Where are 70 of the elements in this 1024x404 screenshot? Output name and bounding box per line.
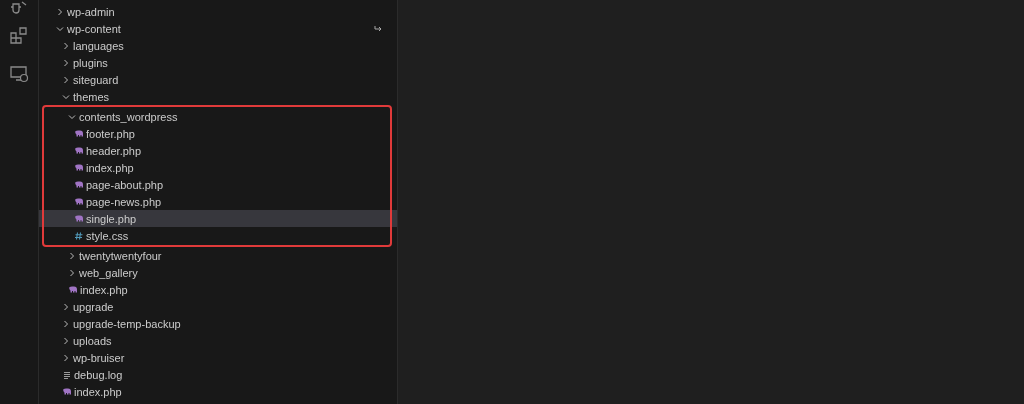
- tree-item-label: wp-content: [67, 21, 121, 36]
- tree-item-label: languages: [73, 38, 124, 53]
- tree-item-label: plugins: [73, 55, 108, 70]
- tree-item-label: uploads: [73, 333, 112, 348]
- tree-item-label: footer.php: [86, 126, 135, 141]
- chevron-right-icon[interactable]: [61, 335, 71, 346]
- monitor-icon[interactable]: [9, 64, 29, 84]
- tree-row[interactable]: contents_wordpress: [39, 108, 397, 125]
- chevron-right-icon[interactable]: [61, 57, 71, 68]
- tree-row[interactable]: header.php: [39, 142, 397, 159]
- chevron-right-icon[interactable]: [61, 352, 71, 363]
- extensions-icon[interactable]: [9, 26, 29, 46]
- lines-icon: [62, 369, 72, 380]
- tree-item-label: index.php: [74, 384, 122, 399]
- tree-row[interactable]: wp-admin: [39, 3, 397, 20]
- tree-row[interactable]: web_gallery: [39, 264, 397, 281]
- tree-item-label: page-news.php: [86, 194, 162, 209]
- tree-item-label: index.php: [86, 160, 134, 175]
- tree-item-label: wp-bruiser: [73, 350, 125, 365]
- tree-item-label: wp-admin: [67, 4, 115, 19]
- selected-tree-row[interactable]: single.php: [39, 210, 397, 227]
- tree-row[interactable]: index.php: [39, 383, 397, 400]
- tree-row[interactable]: wp-content: [39, 20, 397, 37]
- elephant-icon: [62, 386, 72, 397]
- tree-item-label: twentytwentyfour: [79, 248, 162, 263]
- tree-item-label: contents_wordpress: [79, 109, 178, 124]
- tree-row[interactable]: wp-bruiser: [39, 349, 397, 366]
- tree-item-label: web_gallery: [79, 265, 138, 280]
- elephant-icon: [74, 196, 84, 207]
- tree-row[interactable]: upgrade-temp-backup: [39, 315, 397, 332]
- chevron-right-icon[interactable]: [67, 250, 77, 261]
- tree-item-label: index.php: [80, 282, 128, 297]
- tree-row[interactable]: index.php: [39, 159, 397, 176]
- elephant-icon: [74, 145, 84, 156]
- tree-row[interactable]: footer.php: [39, 125, 397, 142]
- tree-row[interactable]: index.php: [39, 281, 397, 298]
- elephant-icon: [74, 179, 84, 190]
- tree-item-label: style.css: [86, 228, 129, 243]
- hash-icon: [74, 230, 84, 241]
- chevron-right-icon[interactable]: [67, 267, 77, 278]
- elephant-icon: [68, 284, 78, 295]
- tree-row[interactable]: page-news.php: [39, 193, 397, 210]
- elephant-icon: [74, 128, 84, 139]
- tree-row[interactable]: upgrade: [39, 298, 397, 315]
- elephant-icon: [74, 162, 84, 173]
- chevron-right-icon[interactable]: [61, 301, 71, 312]
- chevron-right-icon[interactable]: [55, 6, 65, 17]
- tree-row[interactable]: twentytwentyfour: [39, 247, 397, 264]
- tree-item-label: page-about.php: [86, 177, 164, 192]
- tree-row[interactable]: siteguard: [39, 71, 397, 88]
- tree-item-label: themes: [73, 89, 110, 104]
- tree-row[interactable]: languages: [39, 37, 397, 54]
- chevron-right-icon[interactable]: [61, 74, 71, 85]
- tree-row[interactable]: plugins: [39, 54, 397, 71]
- elephant-icon: [74, 213, 84, 224]
- tree-row[interactable]: debug.log: [39, 366, 397, 383]
- tree-row[interactable]: page-about.php: [39, 176, 397, 193]
- tree-item-label: header.php: [86, 143, 142, 158]
- tree-item-label: single.php: [86, 211, 137, 226]
- tree-item-label: upgrade: [73, 299, 114, 314]
- tree-item-label: upgrade-temp-backup: [73, 316, 181, 331]
- tree-item-label: siteguard: [73, 72, 119, 87]
- chevron-right-icon[interactable]: [61, 318, 71, 329]
- tree-row[interactable]: style.css: [39, 227, 397, 244]
- return-arrow-icon[interactable]: [373, 23, 383, 34]
- bug-icon[interactable]: [9, 0, 29, 14]
- tree-row[interactable]: themes: [39, 88, 397, 105]
- tree-row[interactable]: uploads: [39, 332, 397, 349]
- chevron-right-icon[interactable]: [61, 40, 71, 51]
- tree-item-label: debug.log: [74, 367, 123, 382]
